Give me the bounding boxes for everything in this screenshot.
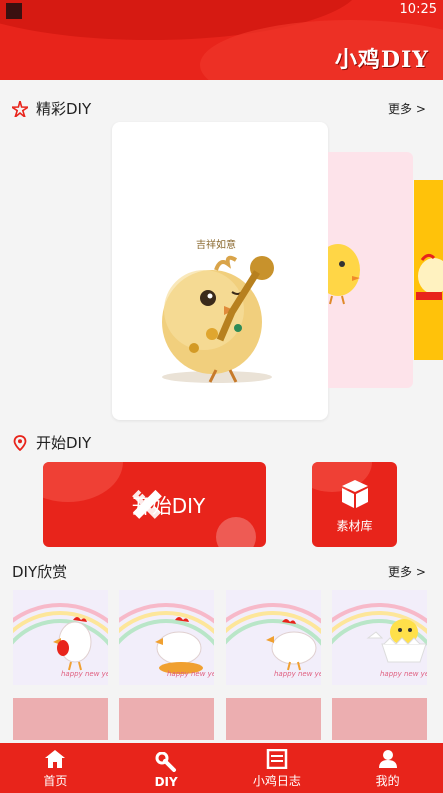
nav-label: 小鸡日志: [252, 774, 301, 788]
nav-item-home[interactable]: 首页: [0, 743, 111, 793]
app-logo: 小鸡DIY: [334, 47, 429, 73]
gallery-section-title: DIY欣赏: [12, 561, 67, 582]
status-icon: [6, 3, 22, 19]
status-time: 10:25: [399, 2, 437, 17]
card-caption: 吉祥如意: [196, 238, 236, 251]
chick-illustration: [328, 244, 360, 305]
gallery-thumbnail[interactable]: [226, 698, 321, 740]
start-section-title: 开始DIY: [12, 432, 91, 453]
gallery-thumbnail[interactable]: happy new year: [226, 590, 321, 685]
gallery-thumbnail[interactable]: [119, 698, 214, 740]
material-library-button[interactable]: 素材库: [312, 462, 397, 547]
wrench-icon: [155, 752, 177, 772]
nav-item-journal[interactable]: 小鸡日志: [222, 743, 333, 793]
home-icon: [45, 750, 66, 768]
gallery-thumbnail[interactable]: happy new year: [119, 590, 214, 685]
user-icon: [378, 750, 397, 768]
gallery-thumbnail[interactable]: happy new year: [13, 590, 108, 685]
featured-card[interactable]: [414, 180, 443, 360]
nav-item-profile[interactable]: 我的: [332, 743, 443, 793]
thumbnail-caption: happy new year: [167, 670, 214, 678]
nav-label: 我的: [375, 774, 400, 788]
bottom-nav: 首页 DIY 小鸡日志 我的: [0, 743, 443, 793]
sparkle-icon: [12, 100, 28, 117]
gallery-thumbnail[interactable]: happy new year: [332, 590, 427, 685]
thumbnail-caption: happy new year: [380, 670, 427, 678]
material-library-label: 素材库: [336, 519, 373, 533]
featured-card[interactable]: [328, 152, 413, 388]
featured-section-title: 精彩DIY: [12, 98, 91, 119]
start-diy-button[interactable]: 开始DIY: [43, 462, 266, 547]
app-screen: 10:25 小鸡DIY 精彩DIY 更多 > 吉祥如意 开始DIY 开始DIY …: [0, 0, 443, 793]
chick-illustration: [416, 253, 443, 300]
cube-icon: [342, 480, 368, 508]
nav-label: DIY: [154, 775, 178, 789]
nav-item-diy[interactable]: DIY: [111, 743, 222, 793]
chick-illustration: 吉祥如意: [162, 238, 274, 383]
location-pin-icon: [13, 434, 27, 451]
featured-title: 精彩DIY: [36, 100, 92, 118]
gallery-title: DIY欣赏: [12, 563, 68, 581]
app-header: 10:25 小鸡DIY: [0, 0, 443, 80]
nav-label: 首页: [43, 774, 68, 788]
journal-icon: [266, 749, 288, 769]
featured-card[interactable]: 吉祥如意: [112, 122, 328, 420]
gallery-more-link[interactable]: 更多 >: [388, 563, 426, 580]
featured-more-link[interactable]: 更多 >: [388, 100, 426, 117]
gallery-thumbnail[interactable]: [332, 698, 427, 740]
start-diy-label: 开始DIY: [131, 494, 206, 518]
thumbnail-caption: happy new year: [274, 670, 321, 678]
gallery-thumbnail[interactable]: [13, 698, 108, 740]
start-title: 开始DIY: [36, 434, 92, 452]
thumbnail-caption: happy new year: [61, 670, 108, 678]
